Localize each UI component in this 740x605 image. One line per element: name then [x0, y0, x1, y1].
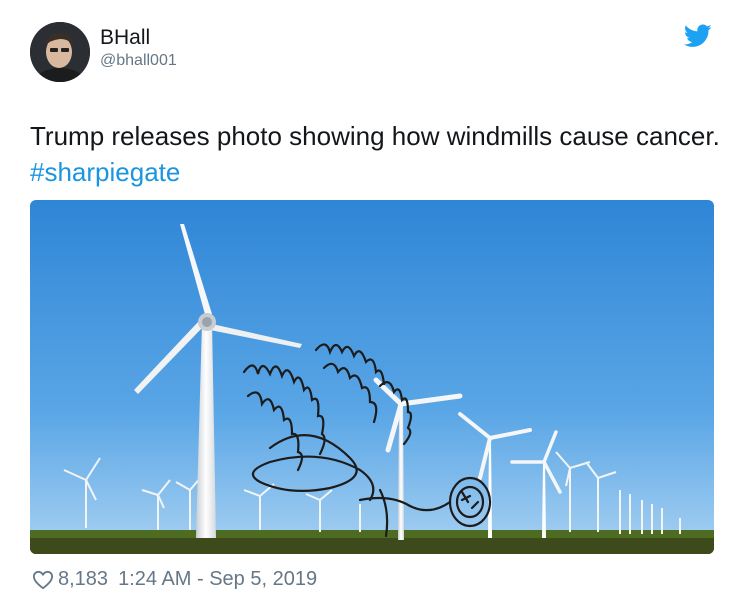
tweet-photo[interactable]: [30, 200, 714, 554]
tweet-text: Trump releases photo showing how windmil…: [30, 118, 720, 190]
tweet-card: BHall @bhall001 Trump releases photo sho…: [0, 0, 740, 605]
heart-icon[interactable]: [32, 570, 54, 590]
display-name[interactable]: BHall: [100, 26, 150, 50]
user-handle[interactable]: @bhall001: [100, 52, 177, 70]
tweet-body: Trump releases photo showing how windmil…: [30, 121, 720, 151]
like-count[interactable]: 8,183: [58, 568, 108, 591]
twitter-bird-icon[interactable]: [683, 24, 712, 48]
avatar[interactable]: [30, 22, 90, 82]
hashtag-link[interactable]: #sharpiegate: [30, 157, 180, 187]
timestamp[interactable]: 1:24 AM - Sep 5, 2019: [118, 568, 317, 591]
tweet-footer: 8,183 1:24 AM - Sep 5, 2019: [32, 568, 317, 591]
